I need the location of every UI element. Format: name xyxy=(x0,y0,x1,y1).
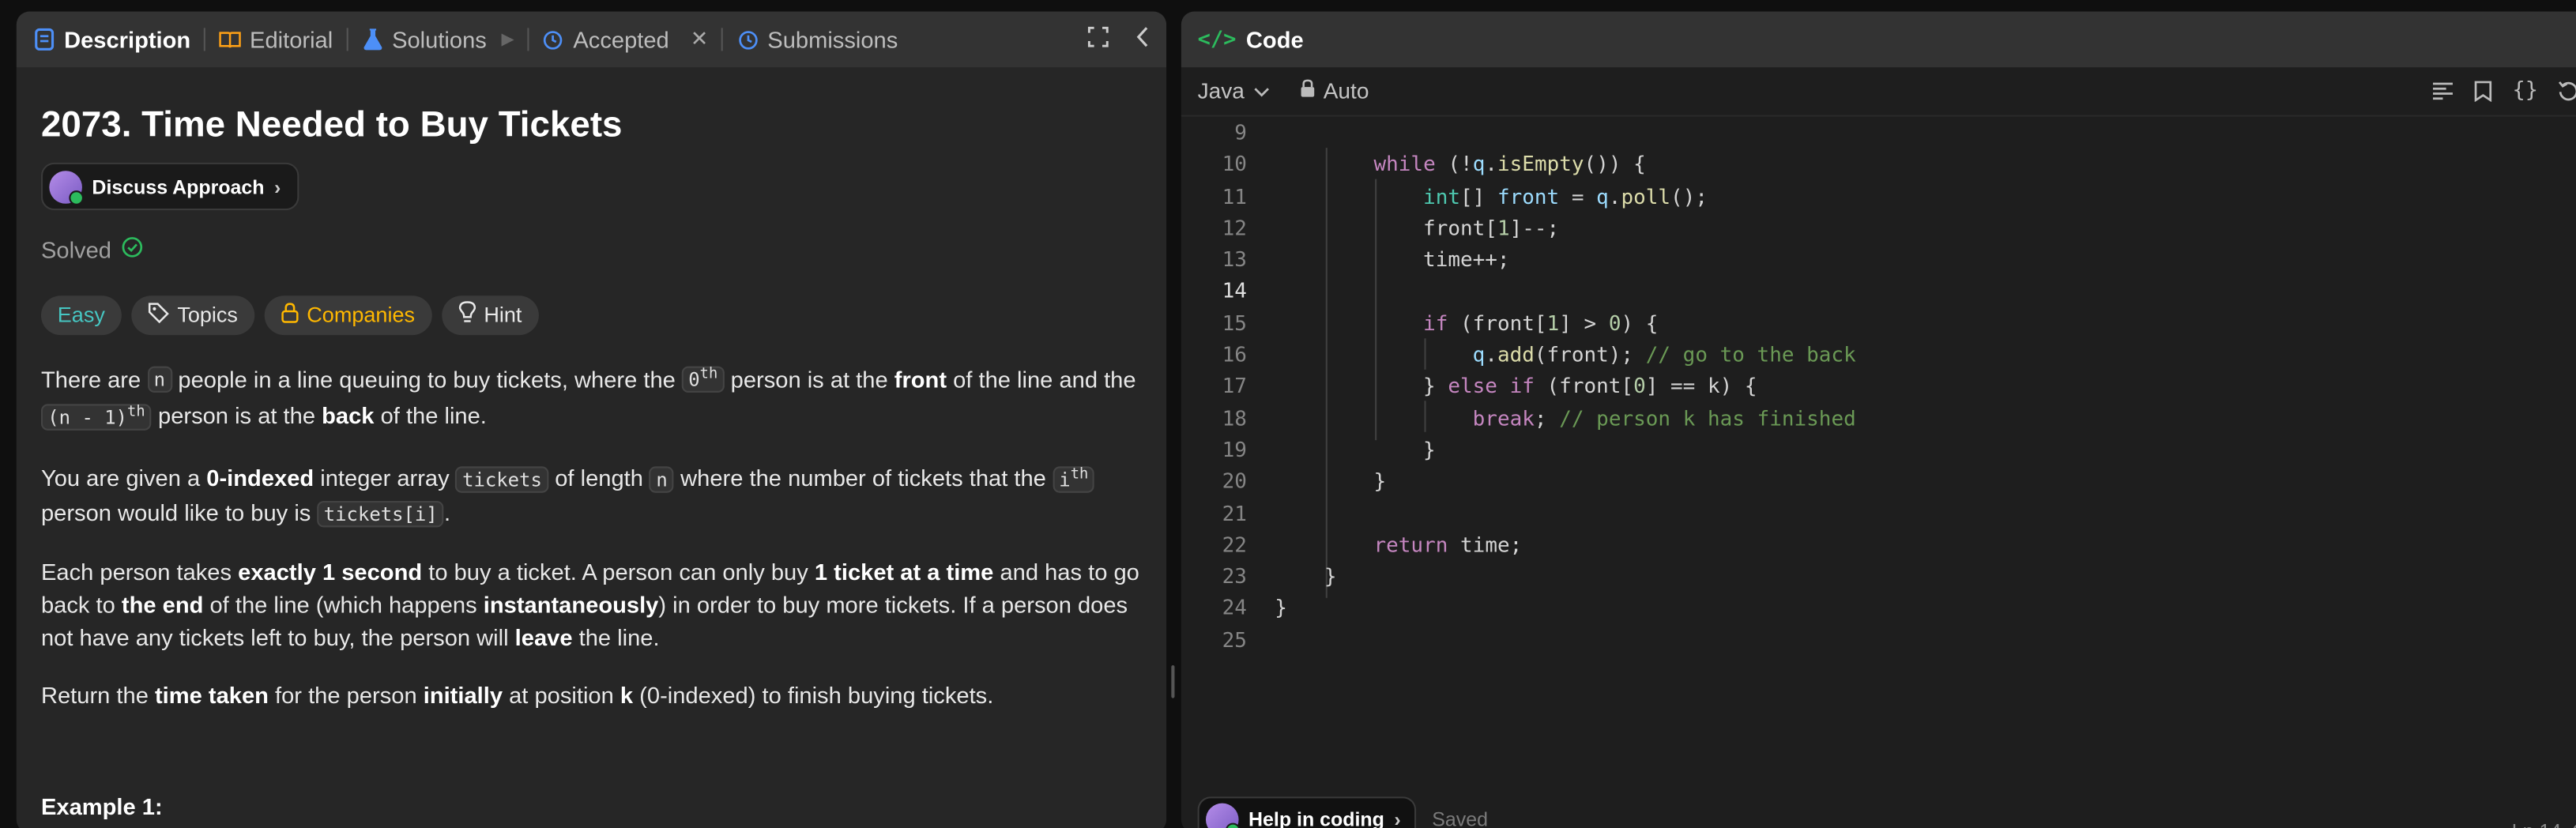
play-icon: ▶ xyxy=(501,30,514,49)
tab-editorial-label: Editorial xyxy=(250,26,333,53)
code-line: 10 while (!q.isEmpty()) { xyxy=(1222,151,1646,177)
history-icon xyxy=(736,28,759,51)
panel-controls xyxy=(1087,26,1150,52)
discuss-approach-label: Discuss Approach xyxy=(92,175,265,198)
history-icon xyxy=(542,28,565,51)
avatar xyxy=(49,170,85,205)
chevron-right-icon: › xyxy=(1394,807,1401,828)
chevron-down-icon xyxy=(1252,79,1269,104)
saved-status: Saved xyxy=(1432,807,1488,828)
tab-description-label: Description xyxy=(64,26,191,53)
language-label: Java xyxy=(1197,78,1245,104)
discuss-approach-button[interactable]: Discuss Approach › xyxy=(40,162,299,211)
solved-status: Solved xyxy=(41,235,1142,262)
tab-accepted[interactable]: Accepted ✕ xyxy=(542,26,709,53)
auto-label: Auto xyxy=(1323,78,1369,104)
book-icon xyxy=(219,28,242,51)
solved-label: Solved xyxy=(40,235,111,262)
difficulty-badge: Easy xyxy=(40,295,122,335)
code-line: 13 time++; xyxy=(1222,247,1510,272)
editor-footer: Help in coding › Saved xyxy=(1197,796,1488,828)
hint-label: Hint xyxy=(484,302,522,327)
description-panel: Description Editorial Solutions ▶ Accept… xyxy=(16,11,1167,828)
tab-description[interactable]: Description xyxy=(33,26,191,53)
code-editor[interactable]: 9 10 while (!q.isEmpty()) { 11 int[] fro… xyxy=(1181,117,2576,656)
problem-tags: Easy Topics Companies Hint xyxy=(40,295,1142,335)
tab-submissions-label: Submissions xyxy=(767,26,898,53)
editor-toolbar: Java Auto {} xyxy=(1181,67,2576,117)
code-line: 12 front[1]--; xyxy=(1222,215,1560,240)
topics-tag[interactable]: Topics xyxy=(131,295,254,335)
tab-submissions[interactable]: Submissions xyxy=(736,26,898,53)
maximize-icon[interactable] xyxy=(1087,26,1109,52)
description-paragraph: Return the time taken for the person ini… xyxy=(40,681,994,709)
example-heading: Example 1: xyxy=(40,793,163,820)
companies-label: Companies xyxy=(307,302,416,327)
tab-divider xyxy=(203,28,205,51)
code-line: 22 return time; xyxy=(1222,532,1523,557)
bookmark-icon[interactable] xyxy=(2475,81,2493,107)
tab-divider xyxy=(527,28,529,51)
braces-icon[interactable]: {} xyxy=(2513,81,2539,107)
topics-label: Topics xyxy=(177,302,238,327)
problem-description: There are n people in a line queuing to … xyxy=(40,359,1142,711)
code-panel: </> Code Java Auto {} 9 10 while (!q.isE… xyxy=(1181,11,2576,828)
code-line: 21 xyxy=(1222,500,1247,525)
language-select[interactable]: Java xyxy=(1198,79,1270,104)
description-paragraph: There are n people in a line queuing to … xyxy=(40,359,1142,434)
chevron-right-icon: › xyxy=(274,175,281,198)
document-icon xyxy=(33,28,56,51)
code-line: 11 int[] front = q.poll(); xyxy=(1222,183,1708,209)
reset-icon[interactable] xyxy=(2558,81,2576,107)
close-icon[interactable]: ✕ xyxy=(691,26,709,52)
code-line: 15 if (front[1] > 0) { xyxy=(1222,310,1659,335)
tag-icon xyxy=(148,301,169,327)
tab-divider xyxy=(345,28,348,51)
lock-icon xyxy=(1299,79,1316,104)
code-line: 24} xyxy=(1222,595,1287,620)
code-line: 9 xyxy=(1234,119,1247,145)
code-line: 23 } xyxy=(1222,563,1337,589)
code-line: 25 xyxy=(1222,627,1247,652)
code-tabbar: </> Code xyxy=(1181,11,2576,68)
page-title: 2073. Time Needed to Buy Tickets xyxy=(40,103,623,145)
help-in-coding-button[interactable]: Help in coding › xyxy=(1197,796,1416,828)
collapse-icon[interactable] xyxy=(1135,26,1151,52)
hint-tag[interactable]: Hint xyxy=(441,295,539,335)
description-paragraph: Each person takes exactly 1 second to bu… xyxy=(40,558,1139,651)
cursor-position: Ln 14, C xyxy=(2512,819,2576,828)
tab-solutions-label: Solutions xyxy=(392,26,487,53)
tab-code[interactable]: Code xyxy=(1246,26,1304,52)
code-line: 14 xyxy=(1222,278,1247,303)
format-icon[interactable] xyxy=(2432,81,2455,107)
tab-accepted-label: Accepted xyxy=(573,26,669,53)
panel-resize-handle[interactable] xyxy=(1171,664,1175,698)
code-icon: </> xyxy=(1197,27,1237,52)
problem-content: 2073. Time Needed to Buy Tickets Discuss… xyxy=(17,104,1166,819)
description-paragraph: You are given a 0-indexed integer array … xyxy=(41,458,1142,530)
left-tabbar: Description Editorial Solutions ▶ Accept… xyxy=(16,11,1167,68)
tab-solutions[interactable]: Solutions ▶ xyxy=(361,26,514,53)
help-label: Help in coding xyxy=(1248,807,1384,828)
tab-editorial[interactable]: Editorial xyxy=(219,26,333,53)
code-line: 18 break; // person k has finished xyxy=(1222,405,1856,431)
avatar xyxy=(1205,803,1241,828)
code-line: 17 } else if (front[0] == k) { xyxy=(1222,373,1757,398)
code-line: 19 } xyxy=(1222,436,1436,462)
tab-divider xyxy=(721,28,724,51)
code-line: 20 } xyxy=(1222,469,1387,494)
editor-tools: {} xyxy=(2432,81,2576,107)
code-line: 16 q.add(front); // go to the back xyxy=(1222,341,1856,367)
companies-tag[interactable]: Companies xyxy=(264,295,431,335)
check-circle-icon xyxy=(121,235,142,262)
auto-mode[interactable]: Auto xyxy=(1299,79,1369,104)
lightbulb-icon xyxy=(458,300,476,328)
flask-icon xyxy=(361,28,384,51)
lock-icon xyxy=(281,301,299,327)
